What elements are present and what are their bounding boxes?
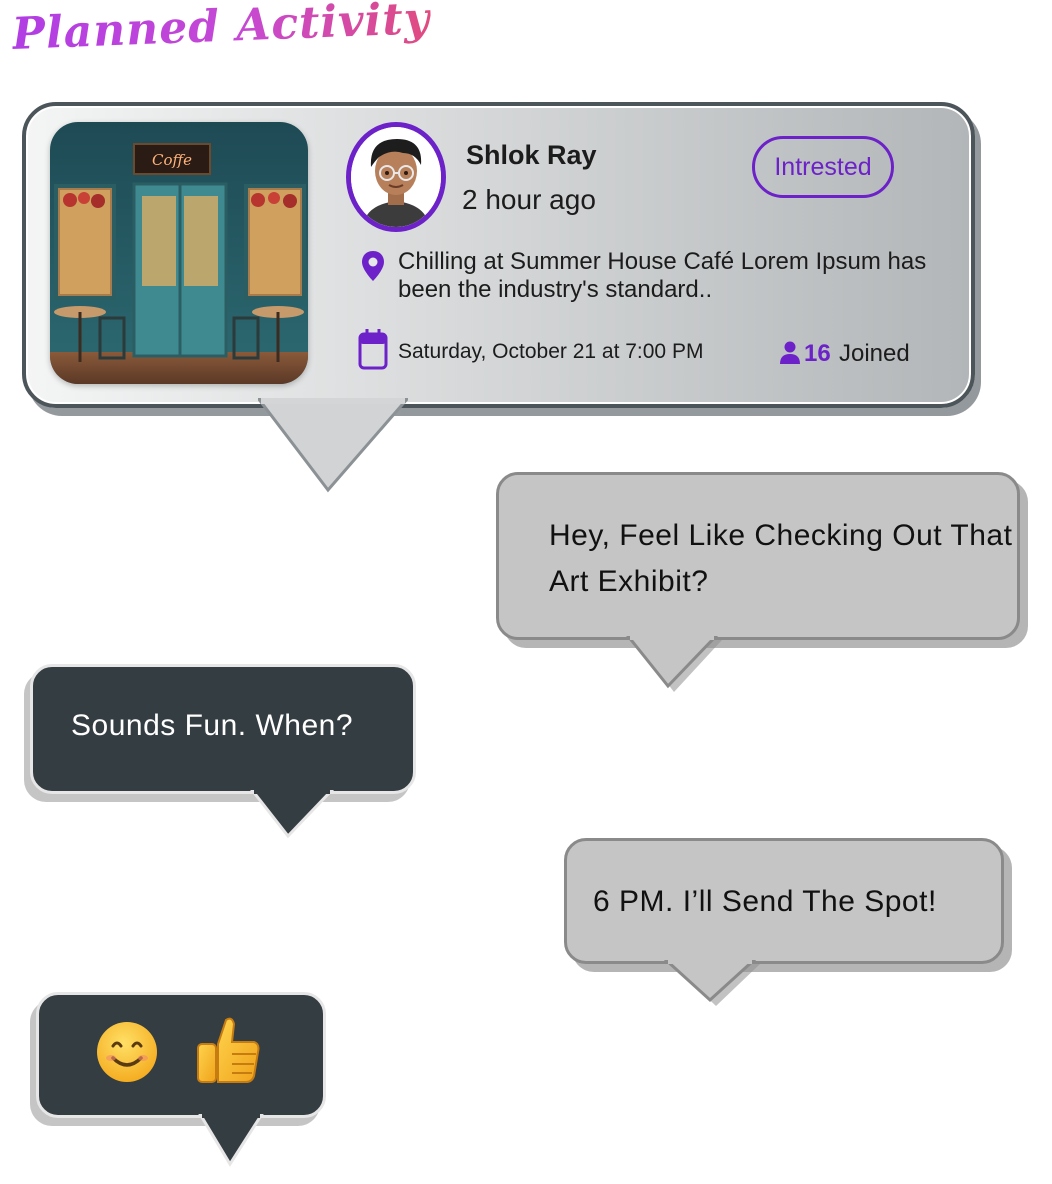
smiling-face-emoji-icon bbox=[97, 1022, 157, 1082]
cafe-image: Coffe bbox=[50, 122, 308, 384]
interested-button[interactable]: Intrested bbox=[752, 136, 894, 198]
chat-bubble-tail bbox=[663, 960, 760, 1006]
joined-count: 16 bbox=[804, 340, 831, 367]
joined-label: Joined bbox=[839, 340, 910, 367]
activity-description: Chilling at Summer House Café Lorem Ipsu… bbox=[398, 248, 927, 303]
chat-bubble-outgoing: Sounds Fun. When? bbox=[30, 664, 416, 794]
user-avatar[interactable] bbox=[346, 122, 446, 232]
page-title: Planned Activity bbox=[11, 0, 431, 62]
chat-bubble-tail bbox=[626, 636, 722, 692]
event-datetime: Saturday, October 21 at 7:00 PM bbox=[398, 340, 704, 363]
message-text: Hey, Feel Like Checking Out That Art Exh… bbox=[549, 519, 1013, 598]
chat-bubble-tail bbox=[250, 790, 335, 839]
message-text: Sounds Fun. When? bbox=[71, 709, 354, 742]
message-text: 6 PM. I’ll Send The Spot! bbox=[593, 885, 937, 918]
post-time: 2 hour ago bbox=[462, 184, 596, 215]
location-pin-icon bbox=[362, 251, 384, 281]
chat-bubble-outgoing bbox=[36, 992, 326, 1118]
cafe-sign-text: Coffe bbox=[152, 151, 192, 169]
chat-bubble-tail bbox=[198, 1114, 264, 1167]
thumbs-up-emoji-icon bbox=[197, 1017, 260, 1083]
chat-bubble-incoming: Hey, Feel Like Checking Out That Art Exh… bbox=[496, 472, 1020, 640]
chat-bubble-incoming: 6 PM. I’ll Send The Spot! bbox=[564, 838, 1004, 964]
person-icon bbox=[780, 341, 800, 364]
activity-card-tail bbox=[258, 398, 408, 493]
user-name[interactable]: Shlok Ray bbox=[466, 140, 597, 171]
calendar-icon bbox=[358, 329, 388, 370]
